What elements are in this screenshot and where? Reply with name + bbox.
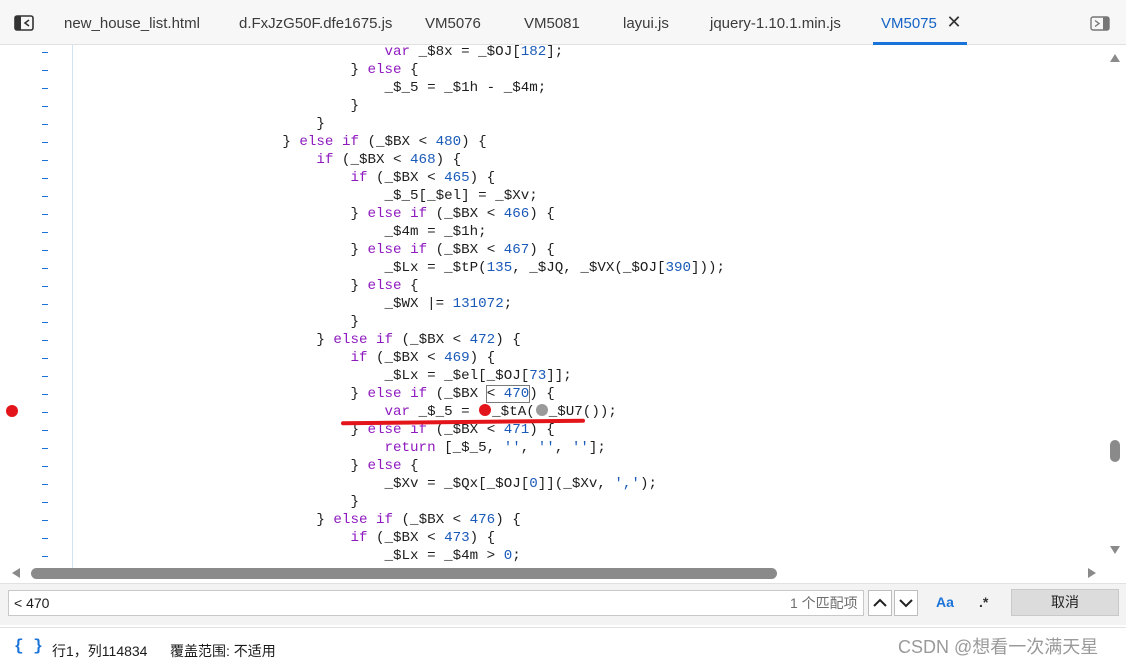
gutter-marker[interactable]	[42, 466, 48, 467]
scroll-left-icon[interactable]	[12, 568, 20, 578]
code-line: var _$8x = _$OJ[182];	[384, 45, 564, 60]
tab-dfe-js[interactable]: d.FxJzG50F.dfe1675.js	[239, 0, 392, 45]
tab-vm5075[interactable]: VM5075	[873, 0, 967, 45]
scroll-down-icon[interactable]	[1110, 546, 1120, 554]
code-line: _$4m = _$1h;	[78, 224, 487, 240]
watermark: CSDN @想看一次满天星	[898, 637, 1099, 657]
match-count: 1 个匹配项	[790, 595, 858, 611]
gutter-marker[interactable]	[42, 124, 48, 125]
code-line: } else if (_$BX < 480) {	[78, 134, 487, 150]
gutter-marker[interactable]	[42, 394, 48, 395]
code-line: }	[78, 314, 359, 330]
cursor-position: 行1，列114834	[52, 643, 148, 659]
scroll-up-icon[interactable]	[1110, 54, 1120, 62]
code-line: } else {	[78, 278, 419, 294]
code-line: } else if (_$BX < 472) {	[78, 332, 521, 348]
horizontal-scroll-thumb[interactable]	[31, 568, 777, 579]
code-line: if (_$BX < 469) {	[350, 350, 496, 366]
code-line: if (_$BX < 468) {	[316, 152, 462, 168]
gutter-marker[interactable]	[42, 358, 48, 359]
gutter-marker[interactable]	[42, 142, 48, 143]
gutter-marker[interactable]	[42, 502, 48, 503]
close-tab-icon[interactable]: ✕	[945, 12, 963, 32]
tab-vm5076[interactable]: VM5076	[425, 0, 481, 45]
gutter-marker[interactable]	[42, 304, 48, 305]
tab-layui-js[interactable]: layui.js	[623, 0, 669, 45]
code-line: } else if (_$BX < 476) {	[78, 512, 521, 528]
scroll-right-icon[interactable]	[1088, 568, 1096, 578]
code-line: _$Lx = _$tP(135, _$JQ, _$VX(_$OJ[390]));	[78, 260, 726, 276]
code-line: _$WX |= 131072;	[78, 296, 513, 312]
tab-jquery-js[interactable]: jquery-1.10.1.min.js	[710, 0, 841, 45]
gutter-marker[interactable]	[42, 430, 48, 431]
inline-breakpoint-icon	[479, 404, 492, 416]
code-line: return [_$_5, '', '', ''];	[384, 440, 606, 456]
code-line: if (_$BX < 465) {	[350, 170, 496, 186]
code-line: }	[78, 116, 325, 132]
code-line: }	[78, 494, 359, 510]
code-line: _$Lx = _$el[_$OJ[73]];	[78, 368, 572, 384]
gutter-marker[interactable]	[42, 376, 48, 377]
gutter-marker[interactable]	[42, 520, 48, 521]
gutter-marker[interactable]	[42, 538, 48, 539]
gutter-marker[interactable]	[42, 412, 48, 413]
code-line: _$_5[_$el] = _$Xv;	[78, 188, 538, 204]
gutter-marker[interactable]	[42, 484, 48, 485]
cancel-button[interactable]: 取消	[1011, 589, 1119, 616]
gutter-marker[interactable]	[42, 214, 48, 215]
gutter-marker[interactable]	[42, 70, 48, 71]
vertical-scrollbar[interactable]	[1106, 45, 1126, 568]
chevron-up-icon	[873, 598, 887, 607]
search-input[interactable]	[8, 590, 864, 616]
tab-vm5081[interactable]: VM5081	[524, 0, 580, 45]
gutter-marker[interactable]	[42, 160, 48, 161]
coverage-status: 覆盖范围: 不适用	[170, 643, 276, 659]
code-line: } else if (_$BX < 467) {	[78, 242, 555, 258]
inline-breakpoint-inactive-icon	[535, 404, 548, 416]
breakpoint-marker-icon[interactable]	[6, 405, 18, 417]
gutter-marker[interactable]	[42, 286, 48, 287]
tab-bar: new_house_list.html d.FxJzG50F.dfe1675.j…	[0, 0, 1126, 45]
code-editor[interactable]: var _$8x = _$OJ[182]; } else { _$_5 = _$…	[0, 45, 1105, 568]
toggle-debugger-icon[interactable]	[1090, 16, 1110, 31]
search-highlight: < 470	[485, 385, 531, 403]
previous-match-button[interactable]	[868, 590, 892, 616]
code-line: } else if (_$BX < 466) {	[78, 206, 555, 222]
code-line: _$_5 = _$1h - _$4m;	[78, 80, 547, 96]
regex-button[interactable]: .*	[979, 594, 988, 610]
gutter-marker[interactable]	[42, 196, 48, 197]
search-query: < 470	[14, 595, 50, 611]
next-match-button[interactable]	[894, 590, 918, 616]
code-line: }	[78, 98, 359, 114]
gutter-marker[interactable]	[42, 268, 48, 269]
gutter-marker[interactable]	[42, 322, 48, 323]
gutter-marker[interactable]	[42, 340, 48, 341]
tab-new-house-list[interactable]: new_house_list.html	[64, 0, 200, 45]
code-line: _$Xv = _$Qx[_$OJ[0]](_$Xv, ',');	[78, 476, 657, 492]
chevron-down-icon	[899, 599, 913, 608]
vertical-scroll-thumb[interactable]	[1110, 440, 1120, 462]
pretty-print-icon[interactable]: { }	[14, 637, 43, 655]
gutter-marker[interactable]	[42, 250, 48, 251]
gutter-marker[interactable]	[42, 232, 48, 233]
gutter-marker[interactable]	[42, 178, 48, 179]
code-line: if (_$BX < 473) {	[350, 530, 496, 546]
gutter-marker[interactable]	[42, 556, 48, 557]
code-line: } else {	[78, 458, 419, 474]
match-case-button[interactable]: Aa	[936, 594, 954, 610]
code-line: } else if (_$BX < 470) {	[78, 385, 555, 403]
toggle-navigator-icon[interactable]	[14, 15, 34, 31]
gutter-marker[interactable]	[42, 88, 48, 89]
gutter-separator	[72, 45, 73, 568]
gutter-marker[interactable]	[42, 52, 48, 53]
code-line: _$Lx = _$4m > 0;	[78, 548, 521, 564]
gutter-marker[interactable]	[42, 448, 48, 449]
code-line: } else {	[78, 62, 419, 78]
gutter-marker[interactable]	[42, 106, 48, 107]
